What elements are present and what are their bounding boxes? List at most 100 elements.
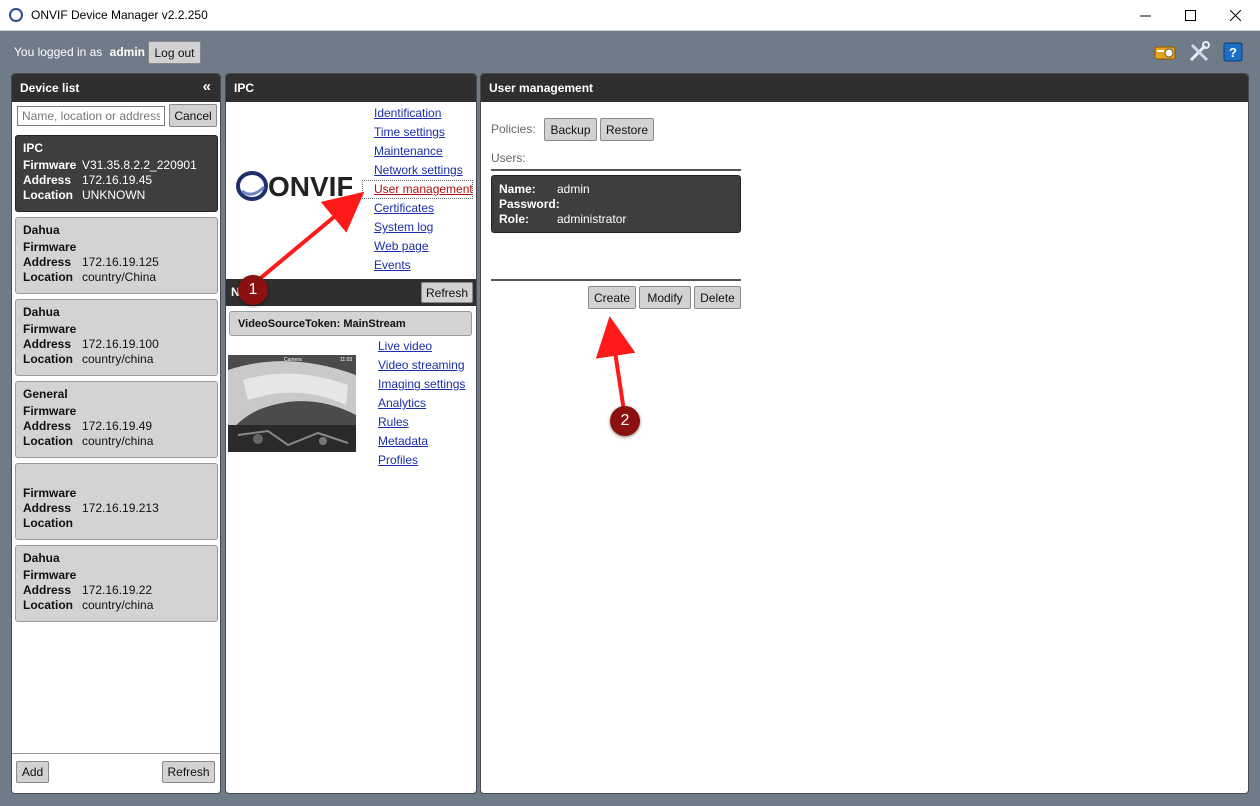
device-address-row: Address 172.16.19.49 xyxy=(23,419,210,434)
device-address-row: Address 172.16.19.22 xyxy=(23,583,210,598)
link-system-log[interactable]: System log xyxy=(374,218,473,237)
link-rules[interactable]: Rules xyxy=(378,413,465,432)
device-firmware-row: Firmware xyxy=(23,486,210,501)
link-user-management[interactable]: User management xyxy=(362,180,473,199)
device-address-label: Address xyxy=(23,255,72,269)
device-location-label: Location xyxy=(23,598,73,612)
device-card[interactable]: Dahua Firmware Address 172.16.19.125 Locatio… xyxy=(15,217,218,294)
window-titlebar: ONVIF Device Manager v2.2.250 xyxy=(0,0,1260,31)
create-user-button[interactable]: Create xyxy=(588,286,636,309)
device-search-input[interactable] xyxy=(17,106,165,126)
device-address-value: 172.16.19.213 xyxy=(82,501,159,515)
link-maintenance[interactable]: Maintenance xyxy=(374,142,473,161)
minimize-button[interactable] xyxy=(1122,0,1168,31)
sdk-icon[interactable] xyxy=(1154,41,1176,63)
device-location-label: Location xyxy=(23,270,73,284)
add-device-button[interactable]: Add xyxy=(16,761,49,783)
device-card[interactable]: Dahua Firmware Address 172.16.19.22 Location… xyxy=(15,545,218,622)
device-card[interactable]: IPC Firmware V31.35.8.2.2_220901 Address 172… xyxy=(15,135,218,212)
app-icon xyxy=(9,8,23,22)
login-user: admin xyxy=(109,45,145,59)
user-role-label: Role: xyxy=(499,212,529,226)
device-location-row: Location country/china xyxy=(23,352,210,367)
user-management-panel: User management Policies: Backup Restore… xyxy=(480,73,1249,794)
link-certificates[interactable]: Certificates xyxy=(374,199,473,218)
device-address-label: Address xyxy=(23,337,72,351)
onvif-logo: ONVIF xyxy=(234,169,354,206)
device-location-row: Location xyxy=(23,516,210,531)
link-analytics[interactable]: Analytics xyxy=(378,394,465,413)
video-preview[interactable]: Camera 11:03 xyxy=(228,355,356,452)
link-time-settings[interactable]: Time settings xyxy=(374,123,473,142)
preview-overlay: Camera xyxy=(284,357,302,363)
user-card[interactable]: Name: admin Password: Role: administrator xyxy=(491,175,741,233)
backup-button[interactable]: Backup xyxy=(544,118,597,141)
media-links: Live video Video streaming Imaging setting… xyxy=(378,337,465,470)
device-address-label: Address xyxy=(23,501,72,515)
device-name-value: IPC xyxy=(23,141,44,155)
cancel-search-button[interactable]: Cancel xyxy=(169,104,217,127)
device-firmware-row: Firmware xyxy=(23,240,210,255)
device-card[interactable]: Dahua Firmware Address 172.16.19.100 Locatio… xyxy=(15,299,218,376)
device-name-row: Dahua xyxy=(23,223,210,240)
link-events[interactable]: Events xyxy=(374,256,473,275)
device-firmware-label: Firmware xyxy=(23,322,77,336)
device-name-row xyxy=(23,469,210,486)
video-source-token[interactable]: VideoSourceToken: MainStream xyxy=(229,311,472,336)
device-location-label: Location xyxy=(23,188,73,202)
logout-button[interactable]: Log out xyxy=(148,41,201,64)
delete-user-button[interactable]: Delete xyxy=(694,286,741,309)
refresh-devices-button[interactable]: Refresh xyxy=(162,761,215,783)
device-firmware-row: Firmware xyxy=(23,568,210,583)
link-video-streaming[interactable]: Video streaming xyxy=(378,356,465,375)
device-location-row: Location country/china xyxy=(23,598,210,613)
user-name-value: admin xyxy=(557,182,590,196)
device-name-value: Dahua xyxy=(23,223,60,237)
device-address-value: 172.16.19.125 xyxy=(82,255,159,269)
device-address-label: Address xyxy=(23,173,72,187)
device-card[interactable]: Firmware Address 172.16.19.213 Location xyxy=(15,463,218,540)
link-profiles[interactable]: Profiles xyxy=(378,451,465,470)
device-card[interactable]: General Firmware Address 172.16.19.49 Locati… xyxy=(15,381,218,458)
device-location-label: Location xyxy=(23,352,73,366)
link-network-settings[interactable]: Network settings xyxy=(374,161,473,180)
link-live-video[interactable]: Live video xyxy=(378,337,465,356)
device-location-row: Location UNKNOWN xyxy=(23,188,210,203)
preview-time: 11:03 xyxy=(340,357,352,363)
link-metadata[interactable]: Metadata xyxy=(378,432,465,451)
device-list-footer: Add Refresh xyxy=(12,753,220,793)
device-list-panel: Device list « Cancel IPC Firmware V31.35.8… xyxy=(11,73,221,794)
maximize-button[interactable] xyxy=(1167,0,1213,31)
device-location-value: country/china xyxy=(82,352,154,366)
user-role-value: administrator xyxy=(557,212,627,226)
device-address-value: 172.16.19.49 xyxy=(82,419,153,433)
help-icon[interactable]: ? xyxy=(1222,41,1244,63)
device-location-label: Location xyxy=(23,434,73,448)
link-imaging-settings[interactable]: Imaging settings xyxy=(378,375,465,394)
device-firmware-row: Firmware xyxy=(23,322,210,337)
device-location-value: country/China xyxy=(82,270,157,284)
close-button[interactable] xyxy=(1212,0,1258,31)
device-address-row: Address 172.16.19.100 xyxy=(23,337,210,352)
link-web-page[interactable]: Web page xyxy=(374,237,473,256)
onvif-logo-text: ONVIF xyxy=(268,171,352,202)
device-address-value: 172.16.19.100 xyxy=(82,337,159,351)
login-status: You logged in as admin xyxy=(14,45,145,59)
device-links: Identification Time settings Maintenance Ne… xyxy=(362,104,473,275)
minimize-icon xyxy=(1139,15,1151,17)
device-list-title: Device list xyxy=(20,81,80,95)
login-prefix: You logged in as xyxy=(14,45,103,59)
device-location-row: Location country/China xyxy=(23,270,210,285)
refresh-ipc-button[interactable]: Refresh xyxy=(421,282,473,303)
device-name-row: General xyxy=(23,387,210,404)
device-location-value: country/china xyxy=(82,598,154,612)
ipc-header: IPC xyxy=(226,74,476,102)
restore-button[interactable]: Restore xyxy=(600,118,654,141)
collapse-icon[interactable]: « xyxy=(203,78,211,95)
maximize-icon xyxy=(1184,10,1196,21)
link-identification[interactable]: Identification xyxy=(374,104,473,123)
device-address-label: Address xyxy=(23,583,72,597)
device-address-row: Address 172.16.19.213 xyxy=(23,501,210,516)
tools-icon[interactable] xyxy=(1188,41,1210,63)
modify-user-button[interactable]: Modify xyxy=(639,286,691,309)
